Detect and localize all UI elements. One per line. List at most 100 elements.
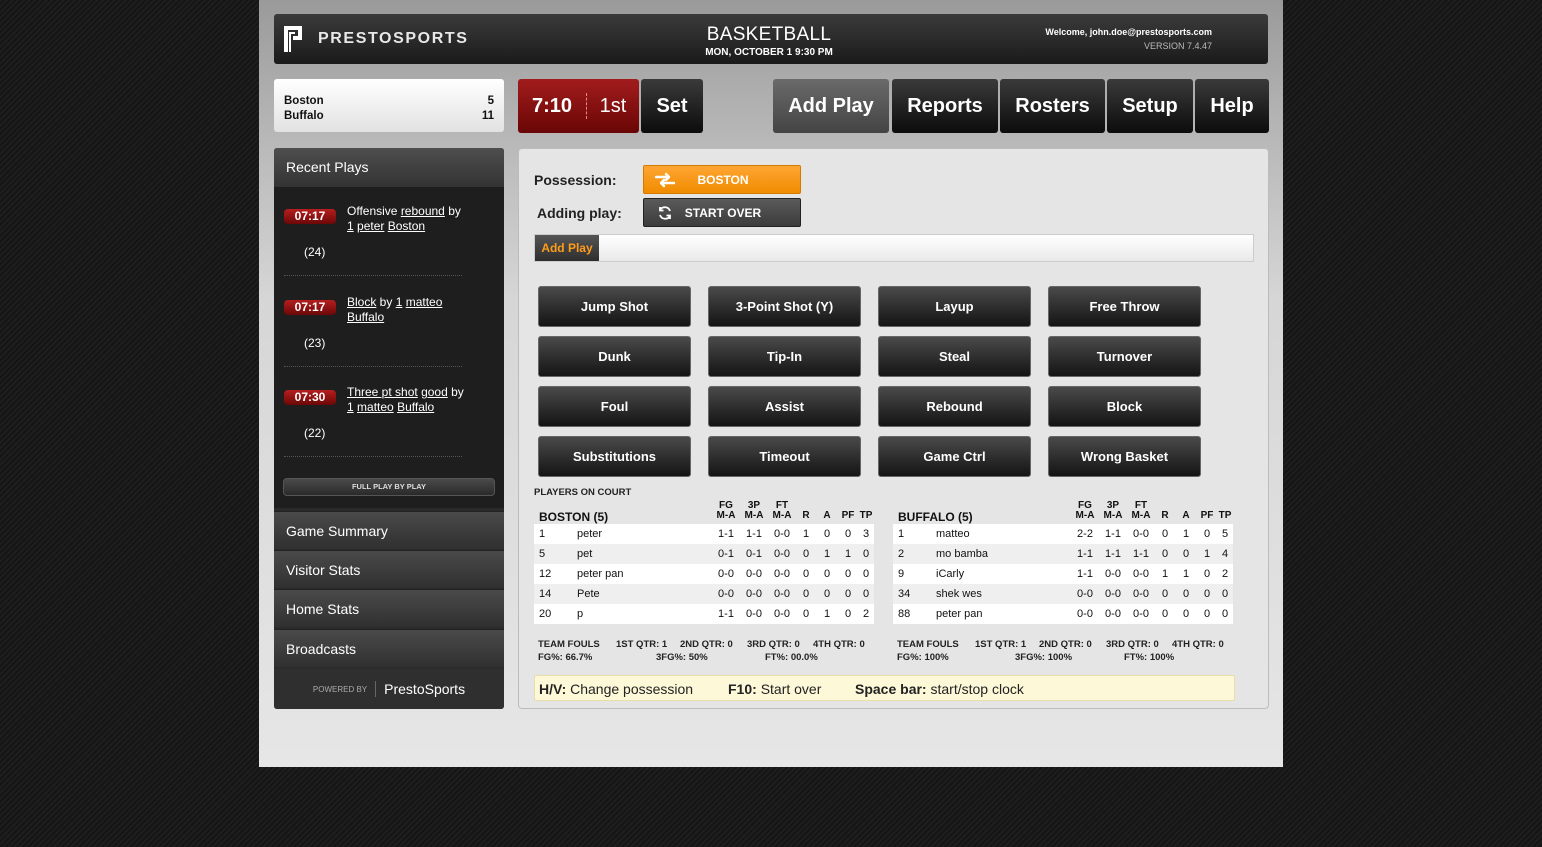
hint-space: Space bar: start/stop clock	[855, 681, 1024, 697]
nav-add-play-button[interactable]: Add Play	[773, 79, 889, 133]
refresh-icon	[654, 204, 676, 222]
play-button-jump-shot[interactable]: Jump Shot	[538, 286, 691, 327]
nav-rosters-button[interactable]: Rosters	[1000, 79, 1105, 133]
play-link[interactable]: peter	[357, 219, 384, 233]
sidebar-item-home-stats[interactable]: Home Stats	[274, 589, 504, 627]
jersey-number: 14	[534, 584, 572, 604]
player-row[interactable]: 5 pet 0-1 0-1 0-0 0 1 1 0	[534, 544, 874, 564]
play-button-block[interactable]: Block	[1048, 386, 1201, 427]
sidebar-item-game-summary[interactable]: Game Summary	[274, 511, 504, 549]
player-row[interactable]: 9 iCarly 1-1 0-0 0-0 1 1 0 2	[893, 564, 1233, 584]
play-link[interactable]: Buffalo	[347, 310, 384, 324]
stat-column-header: R	[802, 510, 810, 521]
stat-cell: 0-0	[768, 604, 796, 624]
play-button-foul[interactable]: Foul	[538, 386, 691, 427]
play-link[interactable]: rebound	[401, 204, 445, 218]
player-row[interactable]: 88 peter pan 0-0 0-0 0-0 0 0 0 0	[893, 604, 1233, 624]
play-button-steal[interactable]: Steal	[878, 336, 1031, 377]
play-link[interactable]: 1	[347, 400, 354, 414]
stat-cell: 1-1	[1127, 544, 1155, 564]
stat-column-header: PF	[841, 510, 855, 521]
stat-cell: 2-2	[1071, 524, 1099, 544]
play-button-dunk[interactable]: Dunk	[538, 336, 691, 377]
team-name: Buffalo	[284, 110, 324, 122]
set-clock-button[interactable]: Set	[641, 79, 703, 133]
sidebar-item-broadcasts[interactable]: Broadcasts	[274, 629, 504, 667]
play-button-rebound[interactable]: Rebound	[878, 386, 1031, 427]
play-button-substitutions[interactable]: Substitutions	[538, 436, 691, 477]
play-button-turnover[interactable]: Turnover	[1048, 336, 1201, 377]
powered-by-brand[interactable]: PrestoSports	[375, 681, 465, 697]
player-name: peter pan	[931, 604, 1071, 624]
player-name: matteo	[931, 524, 1071, 544]
q3-fouls: 3RD QTR: 0	[747, 639, 800, 650]
stat-cell: 1	[1155, 564, 1175, 584]
sidebar-item-visitor-stats[interactable]: Visitor Stats	[274, 550, 504, 588]
play-link[interactable]: Boston	[388, 219, 425, 233]
tab-add-play[interactable]: Add Play	[535, 235, 599, 261]
fg-pct: FG%: 66.7%	[538, 652, 593, 663]
player-row[interactable]: 20 p 1-1 0-0 0-0 0 1 0 2	[534, 604, 874, 624]
player-row[interactable]: 1 peter 1-1 1-1 0-0 1 0 0 3	[534, 524, 874, 544]
stat-cell: 0	[796, 604, 816, 624]
stat-cell: 0-0	[1099, 564, 1127, 584]
play-button-layup[interactable]: Layup	[878, 286, 1031, 327]
stat-cell: 0-0	[1127, 524, 1155, 544]
play-button-game-ctrl[interactable]: Game Ctrl	[878, 436, 1031, 477]
nav-help-button[interactable]: Help	[1195, 79, 1269, 133]
q1-fouls: 1ST QTR: 1	[616, 639, 668, 650]
stat-cell: 0	[838, 604, 858, 624]
stat-cell: 0-0	[1099, 604, 1127, 624]
play-button-assist[interactable]: Assist	[708, 386, 861, 427]
jersey-number: 20	[534, 604, 572, 624]
clock-time[interactable]: 7:10	[518, 95, 586, 118]
play-link[interactable]: Block	[347, 295, 376, 309]
play-link[interactable]: good	[421, 385, 448, 399]
start-over-button[interactable]: START OVER	[643, 198, 801, 227]
player-row[interactable]: 14 Pete 0-0 0-0 0-0 0 0 0 0	[534, 584, 874, 604]
team-fouls-label: TEAM FOULS	[538, 639, 600, 650]
play-link[interactable]: matteo	[357, 400, 394, 414]
clock-period[interactable]: 1st	[587, 95, 639, 118]
play-link[interactable]: Buffalo	[397, 400, 434, 414]
player-name: p	[572, 604, 712, 624]
player-name: peter pan	[572, 564, 712, 584]
ft-pct: FT%: 100%	[1124, 652, 1175, 663]
stat-cell: 4	[1217, 544, 1233, 564]
player-row[interactable]: 2 mo bamba 1-1 1-1 1-1 0 0 1 4	[893, 544, 1233, 564]
full-play-by-play-button[interactable]: FULL PLAY BY PLAY	[283, 478, 495, 496]
stat-cell: 0-0	[768, 544, 796, 564]
logo-text: PRESTOSPORTS	[318, 30, 469, 47]
prestosports-logo[interactable]: PRESTOSPORTS	[280, 23, 469, 55]
nav-setup-button[interactable]: Setup	[1107, 79, 1193, 133]
play-link[interactable]: matteo	[406, 295, 443, 309]
nav-reports-button[interactable]: Reports	[892, 79, 998, 133]
user-info: Welcome, john.doe@prestosports.com VERSI…	[1045, 27, 1212, 51]
play-link[interactable]: Three pt shot	[347, 385, 418, 399]
play-button-timeout[interactable]: Timeout	[708, 436, 861, 477]
stat-cell: 0-0	[1127, 584, 1155, 604]
stat-cell: 0	[858, 564, 874, 584]
stat-cell: 0	[796, 564, 816, 584]
play-button-tip-in[interactable]: Tip-In	[708, 336, 861, 377]
possession-toggle-button[interactable]: BOSTON	[643, 165, 801, 194]
play-description: Block by 1 matteo Buffalo	[347, 295, 467, 325]
add-play-tabbar: Add Play	[534, 234, 1254, 262]
welcome-text: Welcome, john.doe@prestosports.com	[1045, 27, 1212, 37]
stat-cell: 1-1	[1071, 544, 1099, 564]
play-button-wrong-basket[interactable]: Wrong Basket	[1048, 436, 1201, 477]
stat-cell: 0-0	[1071, 584, 1099, 604]
player-row[interactable]: 12 peter pan 0-0 0-0 0-0 0 0 0 0	[534, 564, 874, 584]
play-link[interactable]: 1	[347, 219, 354, 233]
stat-cell: 2	[1217, 564, 1233, 584]
game-datetime: MON, OCTOBER 1 9:30 PM	[705, 47, 833, 58]
stat-cell: 0	[796, 544, 816, 564]
play-button-free-throw[interactable]: Free Throw	[1048, 286, 1201, 327]
play-sequence-number: (22)	[304, 426, 326, 440]
player-row[interactable]: 1 matteo 2-2 1-1 0-0 0 1 0 5	[893, 524, 1233, 544]
score-row-visitor: Boston 5	[284, 94, 494, 109]
game-clock[interactable]: 7:10 1st	[518, 79, 639, 133]
stat-cell: 0-0	[712, 584, 740, 604]
play-button-3-point-shot-y[interactable]: 3-Point Shot (Y)	[708, 286, 861, 327]
player-row[interactable]: 34 shek wes 0-0 0-0 0-0 0 0 0 0	[893, 584, 1233, 604]
